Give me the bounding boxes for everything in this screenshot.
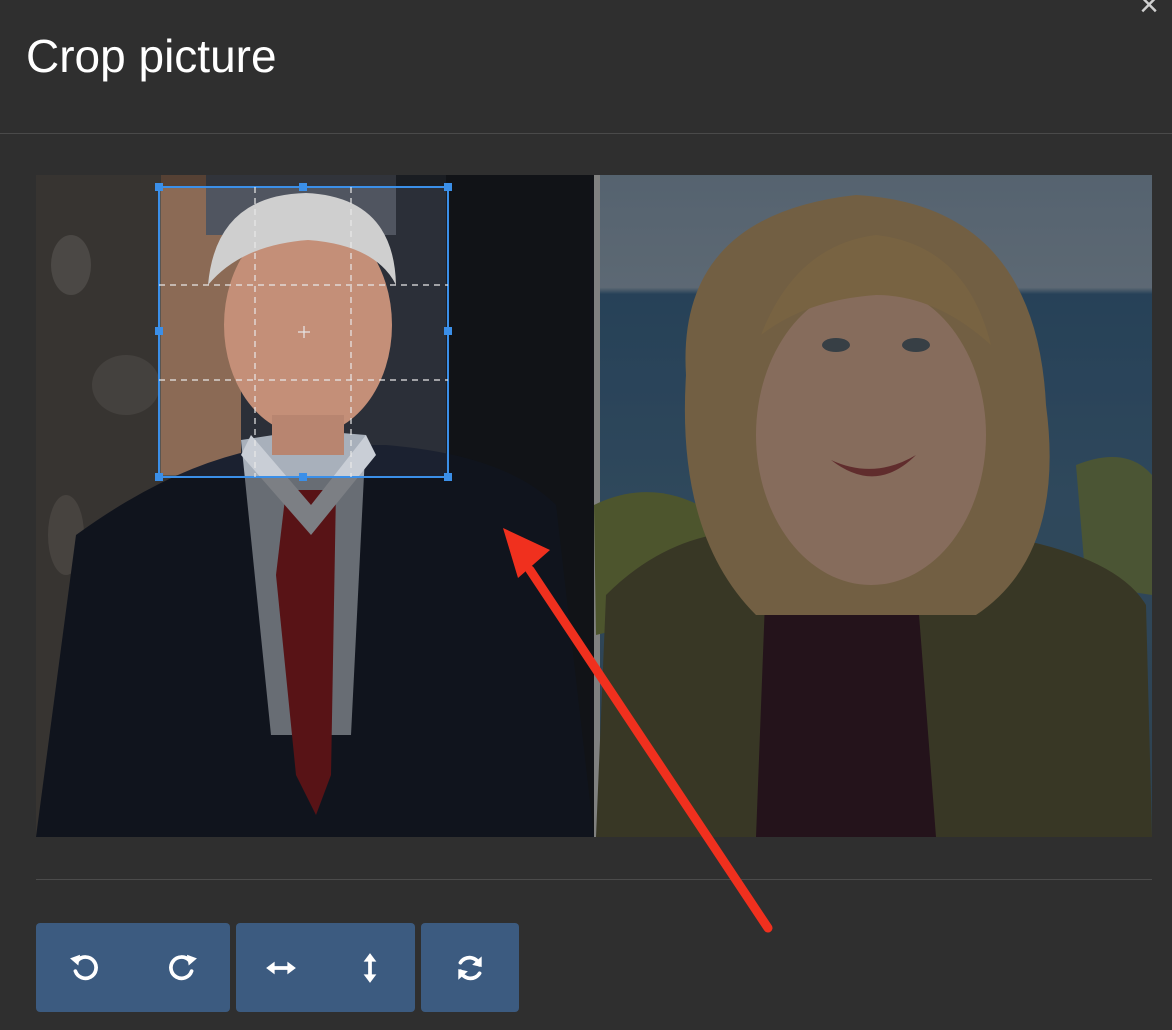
reset-icon <box>458 955 482 980</box>
crop-handle-se[interactable] <box>444 473 452 481</box>
flip-button-group <box>236 923 415 1012</box>
toolbar-divider <box>36 879 1152 880</box>
flip-vertical-button[interactable] <box>326 923 416 1012</box>
header-divider <box>0 133 1172 134</box>
crop-handle-e[interactable] <box>444 327 452 335</box>
rotate-right-button[interactable] <box>133 923 230 1012</box>
rotate-left-icon <box>69 954 98 980</box>
rotate-button-group <box>36 923 230 1012</box>
crop-handle-n[interactable] <box>299 183 307 191</box>
crop-handle-s[interactable] <box>299 473 307 481</box>
flip-horizontal-icon <box>265 961 296 974</box>
close-icon[interactable]: × <box>1134 0 1164 22</box>
rotate-right-icon <box>168 954 197 980</box>
crop-handle-nw[interactable] <box>155 183 163 191</box>
crop-handle-w[interactable] <box>155 327 163 335</box>
crop-canvas[interactable] <box>36 175 1152 837</box>
dialog-title: Crop picture <box>26 30 277 82</box>
flip-vertical-icon <box>363 952 377 983</box>
reset-button-group <box>421 923 519 1012</box>
flip-horizontal-button[interactable] <box>236 923 326 1012</box>
crop-handle-sw[interactable] <box>155 473 163 481</box>
crop-handle-ne[interactable] <box>444 183 452 191</box>
reset-button[interactable] <box>421 923 519 1012</box>
rotate-left-button[interactable] <box>36 923 133 1012</box>
